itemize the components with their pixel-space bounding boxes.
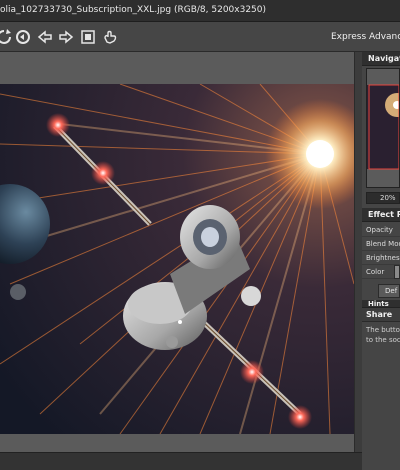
hints-header[interactable]: Hints (362, 300, 400, 308)
vertical-scrollbar[interactable] (354, 52, 362, 452)
effect-panel-header[interactable]: Effect Pan (362, 208, 400, 222)
blend-mode-row[interactable]: Blend Mode (362, 237, 400, 251)
undo-icon[interactable] (15, 29, 31, 45)
title-bar: olia_102733730_Subscription_XXL.jpg (RGB… (0, 0, 400, 22)
opacity-row[interactable]: Opacity (362, 223, 400, 237)
hand-cursor-icon[interactable] (102, 29, 118, 45)
brightness-row[interactable]: Brightness (362, 251, 400, 265)
window-title: olia_102733730_Subscription_XXL.jpg (RGB… (0, 5, 267, 15)
advanced-mode-tab[interactable]: Advanc (369, 32, 400, 42)
back-arrow-icon[interactable] (37, 29, 53, 45)
fit-screen-icon[interactable] (80, 29, 96, 45)
status-bar (0, 452, 400, 470)
rotate-icon[interactable] (0, 29, 12, 45)
color-swatch[interactable] (394, 265, 400, 279)
default-button[interactable]: Def (378, 284, 400, 298)
zoom-level[interactable]: 20% (366, 192, 400, 204)
navigator-thumbnail[interactable] (366, 68, 400, 188)
hint-line-2: to the social (366, 336, 400, 344)
forward-arrow-icon[interactable] (58, 29, 74, 45)
right-panel: Navigator 20% Effect Pan Opacity Blend M… (362, 52, 400, 470)
hint-line-1: The button S (366, 326, 400, 334)
toolbar: Express Advanc (0, 22, 400, 52)
canvas-area[interactable] (0, 52, 362, 470)
share-header: Share (362, 308, 400, 322)
navigator-header[interactable]: Navigator (362, 52, 400, 66)
space-image[interactable] (0, 84, 354, 434)
express-mode-tab[interactable]: Express (331, 32, 366, 42)
